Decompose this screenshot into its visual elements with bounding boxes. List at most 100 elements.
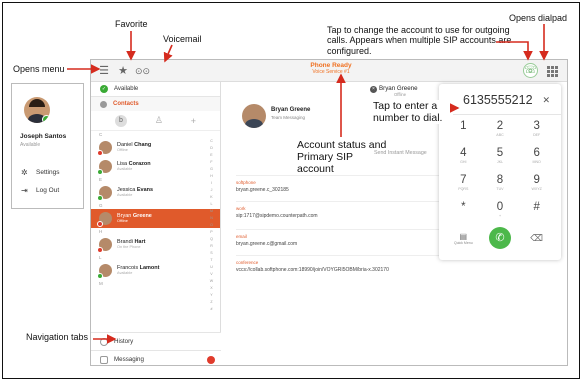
menu-item-logout[interactable]: ⇥ Log Out (21, 186, 59, 195)
index-letter[interactable]: T (209, 257, 214, 264)
annotation-opens-menu: Opens menu (13, 64, 65, 74)
user-avatar[interactable] (24, 97, 50, 123)
index-letter[interactable]: E (209, 152, 214, 159)
voicemail-icon[interactable]: ⊙⊙ (135, 64, 150, 78)
favorite-star-icon[interactable]: ★ (116, 64, 130, 78)
call-button[interactable]: ✆ (488, 227, 511, 249)
index-letter[interactable]: S (209, 250, 214, 257)
field-value: vccs://collab.softphone.com:18990/join/V… (236, 267, 389, 273)
dial-key[interactable]: 0 + (482, 201, 519, 226)
detail-top-status: Offline (394, 92, 407, 97)
index-letter[interactable]: U (209, 264, 214, 271)
index-letter[interactable]: P (209, 229, 214, 236)
index-letter[interactable]: X (209, 285, 214, 292)
index-letter[interactable]: M (209, 208, 214, 215)
index-letter[interactable]: O (209, 222, 214, 229)
add-contact-icon[interactable]: + (191, 116, 196, 126)
annotation-opens-dialpad: Opens dialpad (509, 13, 568, 23)
tab-history-label: History (114, 338, 134, 345)
dial-key[interactable]: 9 WXYZ (518, 174, 555, 199)
contacts-column: ✓ Available Contacts b ♙ + C Daniel Chang… (91, 82, 221, 365)
index-letter[interactable]: C (209, 138, 214, 145)
dial-key[interactable]: 5 JKL (482, 147, 519, 172)
quick-menu-button[interactable]: ▤ Quick Menu (445, 232, 482, 245)
dial-key[interactable]: 6 MNO (518, 147, 555, 172)
contact-row[interactable]: Brandi Hart On the Phone (91, 235, 220, 254)
menu-item-settings[interactable]: ✲ Settings (21, 168, 60, 177)
dial-key[interactable]: * (445, 201, 482, 226)
dial-key[interactable]: # (518, 201, 555, 226)
contact-list: C Daniel Chang Offline Lisa Corazon Availabl… (91, 131, 220, 287)
dial-key[interactable]: 2 ABC (482, 120, 519, 145)
index-letter[interactable]: J (209, 187, 214, 194)
section-letter: M (99, 281, 103, 286)
contact-row[interactable]: Jessica Evans Available (91, 183, 220, 202)
index-letter[interactable]: L (209, 201, 214, 208)
clock-icon (100, 337, 108, 346)
index-letter[interactable]: Z (209, 299, 214, 306)
contact-row[interactable]: Francois Lamont Available (91, 261, 220, 280)
contact-field[interactable]: email bryan.greene.c@gmail.com (236, 234, 436, 247)
service-name-text: Voice Service #1 (312, 69, 350, 75)
alphabet-index[interactable]: C D E F G H I J K L M N O P Q R S T U V W X Y Z # (209, 138, 214, 313)
index-letter[interactable]: H (209, 173, 214, 180)
contact-name-block: Daniel Chang Offline (117, 142, 152, 153)
filter-person-icon[interactable]: ♙ (155, 115, 163, 126)
contact-field[interactable]: softphone bryan.greene.c_302185 (236, 180, 436, 193)
contact-row[interactable]: Daniel Chang Offline (91, 138, 220, 157)
contacts-header[interactable]: Contacts (91, 97, 220, 111)
index-letter[interactable]: V (209, 271, 214, 278)
tab-messaging-label: Messaging (114, 356, 144, 363)
dial-key[interactable]: 3 DEF (518, 120, 555, 145)
dial-key[interactable]: 8 TUV (482, 174, 519, 199)
contact-avatar-small (97, 186, 112, 201)
contact-row[interactable]: Lisa Corazon Available (91, 157, 220, 176)
contact-row[interactable]: Bryan Greene Offline (91, 209, 220, 228)
menu-user-status: Available (20, 142, 41, 148)
contact-field[interactable]: work sip:1717@sipdemo.counterpath.com (236, 206, 436, 219)
account-status[interactable]: Phone Ready Voice Service #1 (271, 62, 391, 75)
index-letter[interactable]: Q (209, 236, 214, 243)
presence-dot (97, 150, 103, 156)
index-letter[interactable]: W (209, 278, 214, 285)
backspace-icon[interactable]: ⌫ (518, 233, 555, 244)
index-letter[interactable]: K (209, 194, 214, 201)
dial-key[interactable]: 4 GHI (445, 147, 482, 172)
index-letter[interactable]: G (209, 166, 214, 173)
presence-dot (97, 247, 103, 253)
hamburger-menu-icon[interactable]: ☰ (97, 64, 111, 78)
annotation-change-account: Tap to change the account to use for out… (327, 25, 512, 56)
contact-field[interactable]: conference vccs://collab.softphone.com:18… (236, 260, 436, 273)
annotation-navigation-tabs: Navigation tabs (26, 332, 89, 342)
side-menu-panel: Joseph Santos Available ✲ Settings ⇥ Log… (11, 83, 84, 209)
index-letter[interactable]: Y (209, 292, 214, 299)
field-key: email (236, 234, 247, 239)
account-switch-button[interactable]: ☏ (523, 63, 538, 78)
dial-keys: 1 2 ABC 3 DEF 4 GHI 5 JKL 6 MNO 7 PQRS 8 TUV 9 WXYZ * 0 + # (445, 120, 555, 226)
top-bar: ☰ ★ ⊙⊙ Phone Ready Voice Service #1 ☏ (91, 60, 567, 82)
close-icon[interactable]: ✕ (542, 95, 550, 106)
section-letter: C (99, 132, 103, 137)
offline-icon: × (370, 86, 377, 93)
available-status-icon (42, 115, 50, 123)
tab-messaging[interactable]: Messaging (91, 350, 221, 365)
annotation-favorite: Favorite (115, 19, 148, 29)
section-letter: H (99, 229, 103, 234)
availability-selector[interactable]: ✓ Available (91, 82, 220, 97)
contact-name-block: Brandi Hart On the Phone (117, 239, 146, 250)
index-letter[interactable]: D (209, 145, 214, 152)
index-letter[interactable]: R (209, 243, 214, 250)
field-value: sip:1717@sipdemo.counterpath.com (236, 213, 318, 219)
dial-key[interactable]: 7 PQRS (445, 174, 482, 199)
contacts-title: Contacts (113, 101, 139, 107)
index-letter[interactable]: # (209, 306, 214, 313)
contact-name: Bryan Greene (271, 107, 311, 113)
index-letter[interactable]: I (209, 180, 214, 187)
index-letter[interactable]: F (209, 159, 214, 166)
field-value: bryan.greene.c_302185 (236, 187, 289, 193)
filter-b-icon[interactable]: b (114, 114, 127, 127)
tab-history[interactable]: History (91, 332, 221, 350)
index-letter[interactable]: N (209, 215, 214, 222)
dialpad-grid-icon[interactable] (545, 64, 559, 78)
contact-name-block: Lisa Corazon Available (117, 161, 151, 172)
